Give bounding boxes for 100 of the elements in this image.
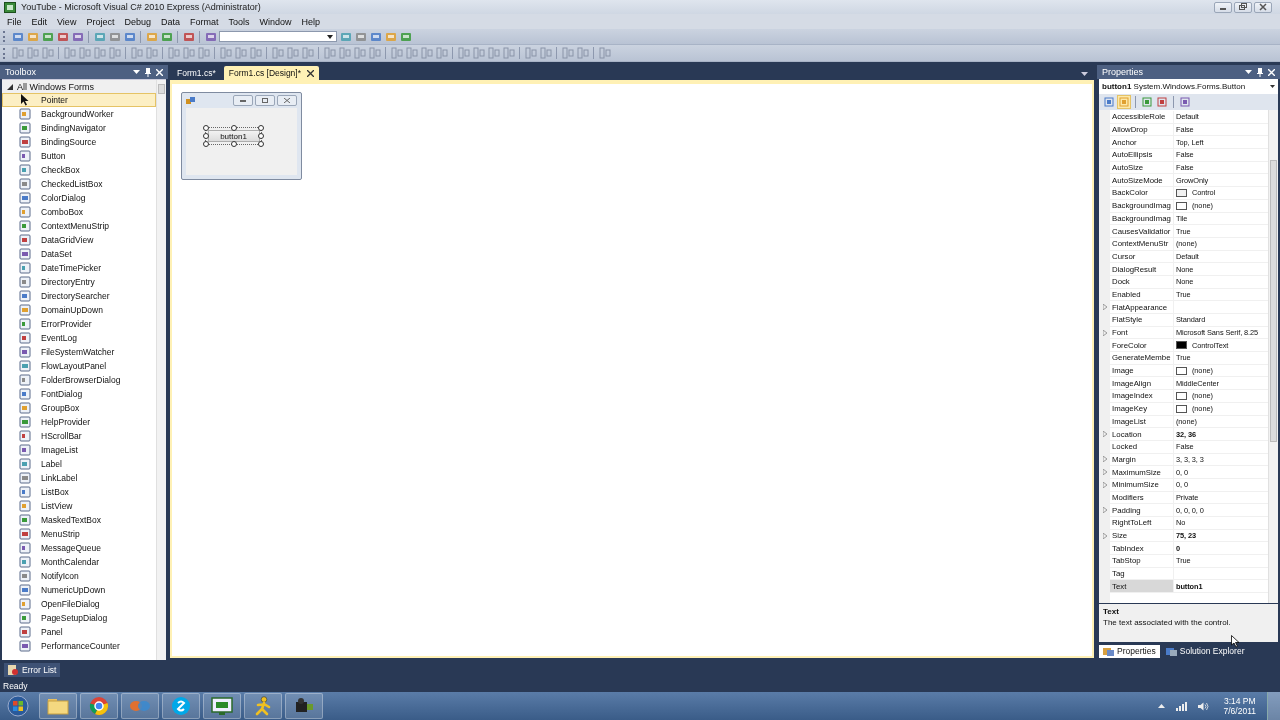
- toolbox-item[interactable]: DataGridView: [2, 233, 156, 247]
- toolbar-icon[interactable]: [123, 30, 136, 43]
- selected-form-button[interactable]: button1: [206, 128, 261, 144]
- toolbox-item[interactable]: ErrorProvider: [2, 317, 156, 331]
- pin-icon[interactable]: [1257, 67, 1263, 77]
- menu-item[interactable]: Data: [155, 16, 185, 27]
- toolbar-icon[interactable]: [354, 30, 367, 43]
- pin-icon[interactable]: [145, 67, 151, 77]
- toolbar-icon[interactable]: [399, 30, 412, 43]
- toolbox-item[interactable]: PerformanceCounter: [2, 639, 156, 653]
- code-window-icon[interactable]: [203, 693, 241, 719]
- clock-time[interactable]: 3:14 PM: [1223, 696, 1256, 706]
- document-tab[interactable]: Form1.cs*: [172, 66, 221, 80]
- toolbox-item[interactable]: MonthCalendar: [2, 555, 156, 569]
- panel-tab[interactable]: Solution Explorer: [1161, 644, 1249, 658]
- maximize-button[interactable]: [255, 95, 275, 106]
- toolbox-item[interactable]: ColorDialog: [2, 191, 156, 205]
- menu-item[interactable]: Format: [184, 16, 224, 27]
- dropdown-icon[interactable]: [1081, 72, 1088, 76]
- scrollbar[interactable]: [156, 80, 166, 660]
- menu-item[interactable]: File: [2, 16, 27, 27]
- toolbar-icon[interactable]: [339, 30, 352, 43]
- folder-icon[interactable]: [39, 693, 77, 719]
- toolbox-item[interactable]: Button: [2, 149, 156, 163]
- close-button[interactable]: [277, 95, 297, 106]
- toolbox-item[interactable]: Pointer: [2, 93, 156, 107]
- menu-item[interactable]: Project: [81, 16, 120, 27]
- toolbox-item[interactable]: DomainUpDown: [2, 303, 156, 317]
- swirl-icon[interactable]: [121, 693, 159, 719]
- minimize-button[interactable]: [1214, 1, 1232, 13]
- toolbox-item[interactable]: DateTimePicker: [2, 261, 156, 275]
- document-tab[interactable]: Form1.cs [Design]*: [223, 66, 319, 80]
- close-button[interactable]: [1254, 1, 1272, 13]
- menu-item[interactable]: Window: [254, 16, 297, 27]
- expand-icon[interactable]: [1102, 431, 1107, 438]
- close-icon[interactable]: [307, 69, 314, 77]
- toolbox-item[interactable]: NumericUpDown: [2, 583, 156, 597]
- menu-item[interactable]: Help: [296, 16, 325, 27]
- toolbar-icon[interactable]: [1179, 96, 1191, 108]
- toolbox-item[interactable]: ComboBox: [2, 205, 156, 219]
- toolbar-icon[interactable]: [93, 30, 106, 43]
- toolbox-item[interactable]: Label: [2, 457, 156, 471]
- toolbox-item[interactable]: FontDialog: [2, 387, 156, 401]
- toolbox-item[interactable]: LinkLabel: [2, 471, 156, 485]
- toolbar-icon[interactable]: [204, 30, 217, 43]
- toolbar-icon[interactable]: [11, 30, 24, 43]
- toolbar-icon[interactable]: [369, 30, 382, 43]
- toolbox-category[interactable]: All Windows Forms: [2, 80, 156, 93]
- toolbox-item[interactable]: ImageList: [2, 443, 156, 457]
- expand-icon[interactable]: [1102, 532, 1107, 539]
- toolbox-item[interactable]: MessageQueue: [2, 541, 156, 555]
- toolbox-item[interactable]: FolderBrowserDialog: [2, 373, 156, 387]
- chat-bubble-icon[interactable]: [162, 693, 200, 719]
- toolbar-icon[interactable]: [56, 30, 69, 43]
- toolbox-item[interactable]: EventLog: [2, 331, 156, 345]
- browser-icon[interactable]: [80, 693, 118, 719]
- toolbar-icon[interactable]: [1141, 96, 1153, 108]
- toolbox-item[interactable]: CheckBox: [2, 163, 156, 177]
- toolbox-item[interactable]: BindingSource: [2, 135, 156, 149]
- toolbar-icon[interactable]: [384, 30, 397, 43]
- camera-icon[interactable]: [285, 693, 323, 719]
- toolbar-icon[interactable]: [145, 30, 158, 43]
- toolbar-icon[interactable]: [1103, 96, 1115, 108]
- toolbox-item[interactable]: DataSet: [2, 247, 156, 261]
- toolbar-icon[interactable]: [71, 30, 84, 43]
- toolbox-item[interactable]: PageSetupDialog: [2, 611, 156, 625]
- toolbar-icon[interactable]: [1156, 96, 1168, 108]
- menu-item[interactable]: Edit: [26, 16, 53, 27]
- expand-icon[interactable]: [1102, 304, 1107, 311]
- minimize-button[interactable]: [233, 95, 253, 106]
- panel-tab[interactable]: Properties: [1099, 644, 1160, 658]
- toolbox-item[interactable]: BackgroundWorker: [2, 107, 156, 121]
- toolbox-item[interactable]: ListView: [2, 499, 156, 513]
- toolbox-item[interactable]: CheckedListBox: [2, 177, 156, 191]
- toolbox-item[interactable]: HScrollBar: [2, 429, 156, 443]
- dropdown-icon[interactable]: [1245, 70, 1252, 74]
- clock-date[interactable]: 7/6/2011: [1223, 706, 1256, 716]
- toolbox-item[interactable]: DirectorySearcher: [2, 289, 156, 303]
- toolbar-icon[interactable]: [1118, 96, 1130, 108]
- speaker-icon[interactable]: [1197, 701, 1209, 711]
- toolbar-icon[interactable]: [26, 30, 39, 43]
- collapse-triangle-icon[interactable]: [7, 83, 13, 90]
- toolbox-item[interactable]: MenuStrip: [2, 527, 156, 541]
- toolbox-item[interactable]: FileSystemWatcher: [2, 345, 156, 359]
- expand-icon[interactable]: [1102, 329, 1107, 336]
- toolbar-icon[interactable]: [41, 30, 54, 43]
- object-selector[interactable]: button1 System.Windows.Forms.Button: [1099, 79, 1278, 94]
- dropdown-icon[interactable]: [133, 70, 140, 74]
- menu-item[interactable]: View: [52, 16, 82, 27]
- toolbox-item[interactable]: OpenFileDialog: [2, 597, 156, 611]
- show-hidden-icons-arrow-icon[interactable]: [1157, 704, 1165, 708]
- error-list-tab[interactable]: Error List: [4, 663, 61, 677]
- scrollbar[interactable]: [1268, 110, 1278, 603]
- toolbar-icon[interactable]: [108, 30, 121, 43]
- toolbox-item[interactable]: ListBox: [2, 485, 156, 499]
- toolbar-icon[interactable]: [160, 30, 173, 43]
- toolbox-item[interactable]: MaskedTextBox: [2, 513, 156, 527]
- expand-icon[interactable]: [1102, 507, 1107, 514]
- toolbox-item[interactable]: FlowLayoutPanel: [2, 359, 156, 373]
- toolbox-item[interactable]: ContextMenuStrip: [2, 219, 156, 233]
